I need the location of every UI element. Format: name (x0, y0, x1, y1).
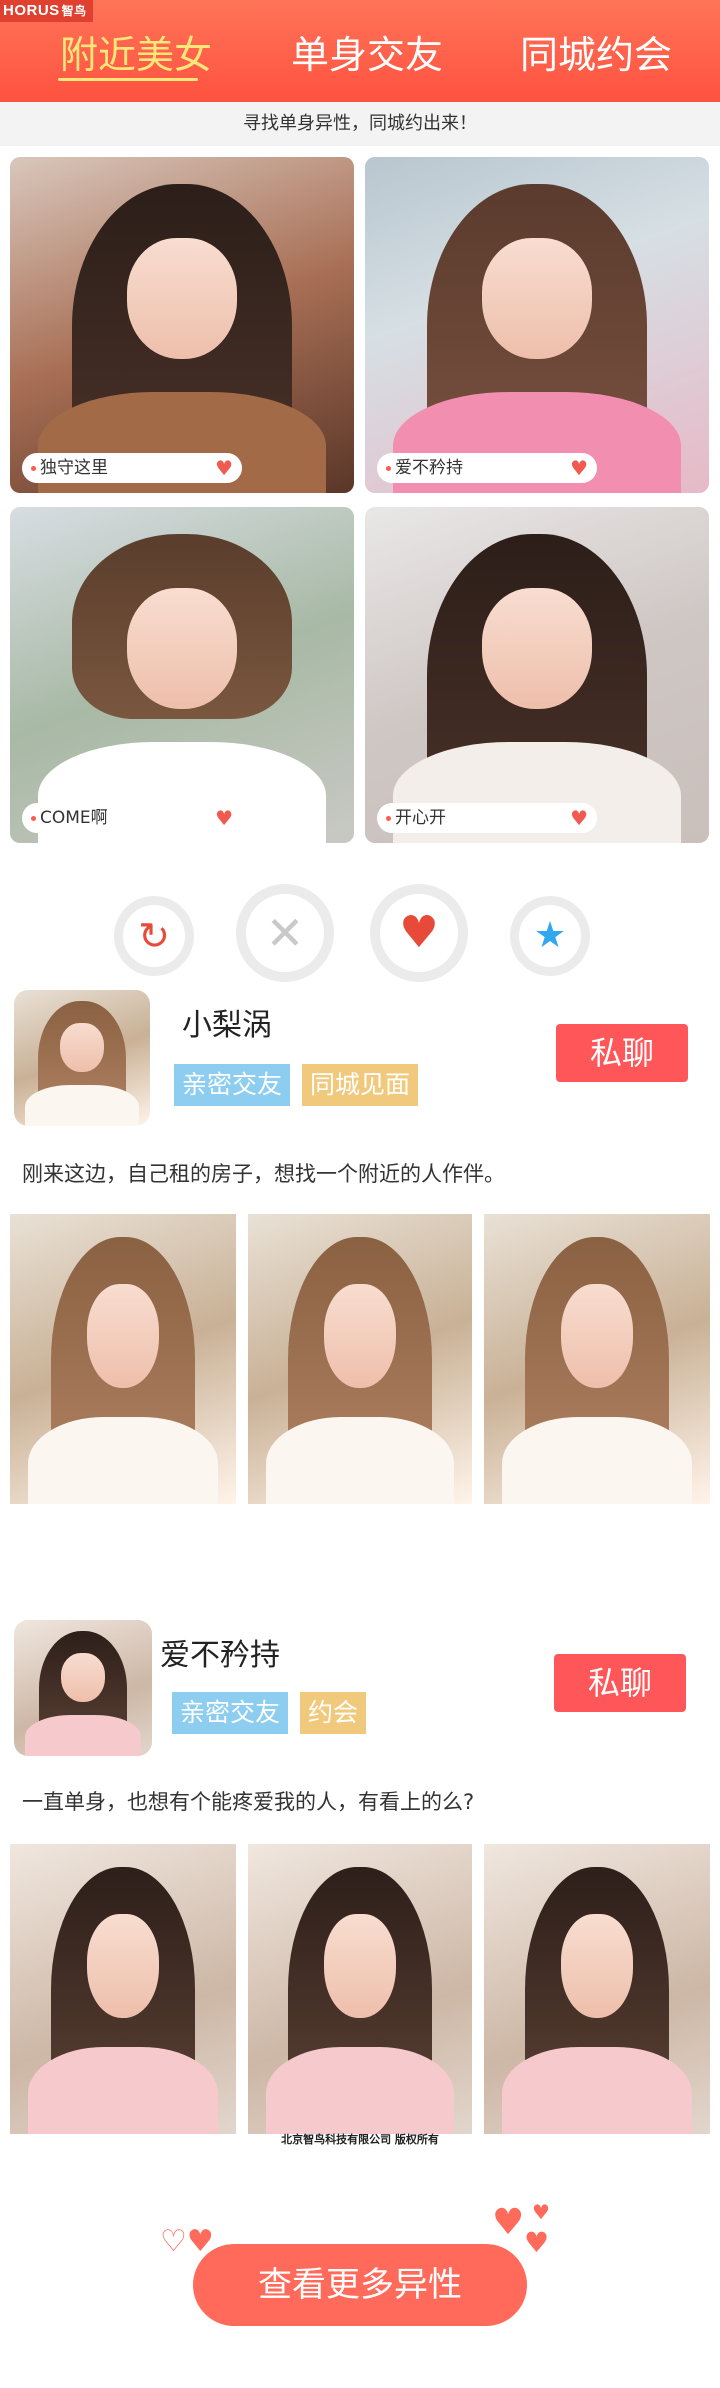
dot-icon (31, 466, 36, 471)
profile-bio: 刚来这边，自己租的房子，想找一个附近的人作伴。 (22, 1162, 505, 1186)
profile-bio: 一直单身，也想有个能疼爱我的人，有看上的么? (22, 1790, 475, 1814)
profile-card[interactable]: 爱不矜持 ♥ (365, 157, 709, 493)
subtitle-banner: 寻找单身异性，同城约出来！ (0, 102, 720, 146)
copyright-text: 北京智鸟科技有限公司 版权所有 (281, 2133, 439, 2146)
profile-card[interactable]: COME啊 ♥ (10, 507, 354, 843)
card-label: 开心开 ♥ (377, 803, 597, 833)
refresh-button[interactable]: ↻ (114, 896, 194, 976)
hearts-decoration-icon: ♥ (532, 2200, 550, 2224)
dot-icon (386, 466, 391, 471)
profile-name: 爱不矜持 (160, 1638, 280, 1673)
dot-icon (386, 816, 391, 821)
hearts-decoration-icon: ♥ (524, 2226, 550, 2259)
gallery-photo[interactable] (248, 1214, 472, 1504)
tag-badge: 同城见面 (302, 1064, 419, 1106)
tag-badge: 亲密交友 (174, 1064, 291, 1106)
favorite-button[interactable]: ★ (510, 896, 590, 976)
view-more-button[interactable]: 查看更多异性 (193, 2244, 527, 2326)
private-chat-button[interactable]: 私聊 (556, 1024, 688, 1082)
close-icon: ✕ (246, 894, 324, 972)
brand-logo: HORUS 智鸟 (0, 0, 93, 22)
card-label: 爱不矜持 ♥ (377, 453, 597, 483)
refresh-icon: ↻ (123, 905, 185, 967)
top-nav: HORUS 智鸟 附近美女 单身交友 同城约会 (0, 0, 720, 102)
tag-badge: 亲密交友 (172, 1692, 289, 1734)
avatar[interactable] (14, 1620, 152, 1756)
profile-name: 小梨涡 (182, 1008, 272, 1043)
star-icon: ★ (519, 905, 581, 967)
avatar[interactable] (14, 990, 150, 1126)
card-label: 独守这里 ♥ (22, 453, 242, 483)
heart-icon[interactable]: ♥ (570, 803, 588, 833)
heart-icon: ♥ (380, 894, 458, 972)
gallery-photo[interactable] (248, 1844, 472, 2134)
like-button[interactable]: ♥ (370, 884, 468, 982)
private-chat-button[interactable]: 私聊 (554, 1654, 686, 1712)
gallery-photo[interactable] (484, 1844, 710, 2134)
heart-icon[interactable]: ♥ (215, 803, 233, 833)
profile-card[interactable]: 开心开 ♥ (365, 507, 709, 843)
heart-icon[interactable]: ♥ (570, 453, 588, 483)
hearts-decoration-icon: ♥ (492, 2202, 525, 2243)
heart-icon[interactable]: ♥ (215, 453, 233, 483)
gallery-photo[interactable] (10, 1214, 236, 1504)
card-label: COME啊 ♥ (22, 803, 242, 833)
tab-singles[interactable]: 单身交友 (291, 24, 443, 79)
dot-icon (31, 816, 36, 821)
tag-badge: 约会 (300, 1692, 367, 1734)
active-tab-indicator (58, 78, 198, 81)
profile-card[interactable]: 独守这里 ♥ (10, 157, 354, 493)
tab-nearby-beauties[interactable]: 附近美女 (60, 24, 212, 79)
tab-local-dating[interactable]: 同城约会 (520, 24, 672, 79)
gallery-photo[interactable] (10, 1844, 236, 2134)
dislike-button[interactable]: ✕ (236, 884, 334, 982)
gallery-photo[interactable] (484, 1214, 710, 1504)
